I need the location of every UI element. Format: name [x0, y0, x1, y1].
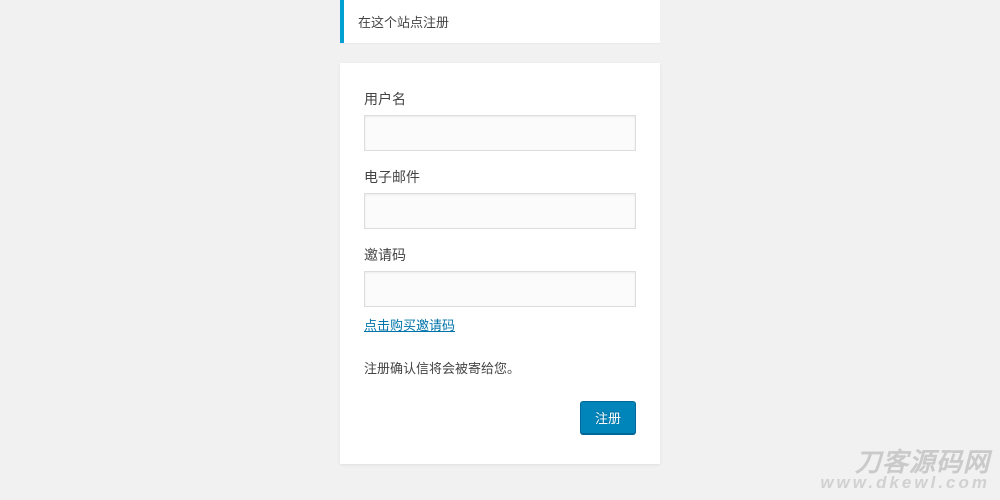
username-group: 用户名: [364, 89, 636, 151]
watermark: 刀客源码网 www.dkewl.com: [820, 449, 990, 492]
invite-label: 邀请码: [364, 245, 636, 265]
register-banner-text: 在这个站点注册: [358, 16, 449, 31]
email-group: 电子邮件: [364, 167, 636, 229]
submit-row: 注册: [364, 401, 636, 434]
email-label: 电子邮件: [364, 167, 636, 187]
invite-input[interactable]: [364, 271, 636, 307]
confirm-text: 注册确认信将会被寄给您。: [364, 358, 636, 377]
register-banner: 在这个站点注册: [340, 0, 660, 43]
username-label: 用户名: [364, 89, 636, 109]
invite-group: 邀请码: [364, 245, 636, 307]
register-button[interactable]: 注册: [580, 401, 636, 434]
buy-invite-link[interactable]: 点击购买邀请码: [364, 315, 455, 334]
email-input[interactable]: [364, 193, 636, 229]
username-input[interactable]: [364, 115, 636, 151]
watermark-line2: www.dkewl.com: [820, 474, 990, 492]
watermark-line1: 刀客源码网: [820, 449, 990, 476]
register-form-card: 用户名 电子邮件 邀请码 点击购买邀请码 注册确认信将会被寄给您。 注册: [340, 63, 660, 464]
